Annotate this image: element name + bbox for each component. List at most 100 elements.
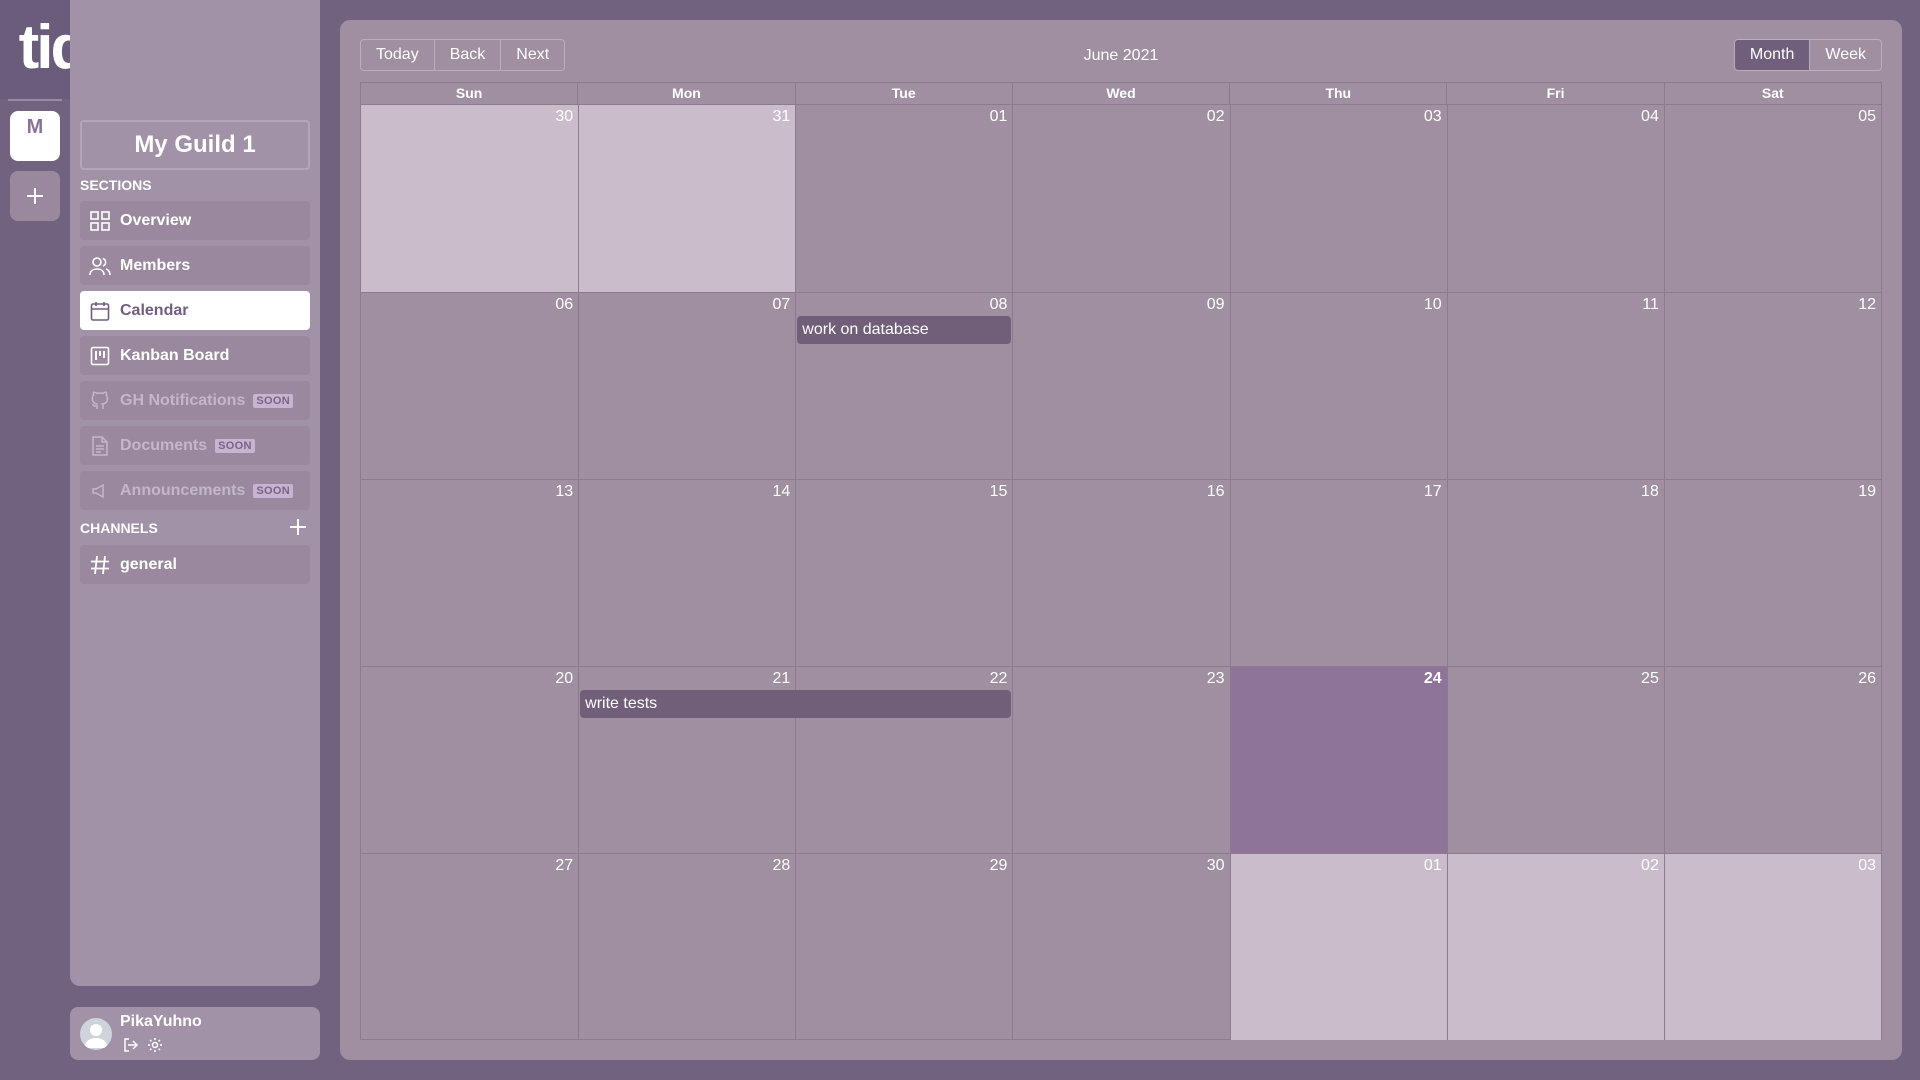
weekday-label: Tue (794, 83, 1012, 104)
day-number[interactable]: 01 (1424, 857, 1442, 875)
day-number[interactable]: 26 (1858, 670, 1876, 688)
day-number[interactable]: 07 (772, 296, 790, 314)
day-cell[interactable]: 16 (1012, 480, 1229, 666)
day-cell[interactable]: 27 (361, 854, 578, 1040)
day-number[interactable]: 18 (1641, 483, 1659, 501)
day-cell[interactable]: 18 (1446, 480, 1664, 666)
day-cell[interactable]: 30 (1012, 854, 1229, 1040)
day-cell[interactable]: 31 (578, 105, 796, 292)
day-cell[interactable]: 07 (578, 293, 795, 479)
sections-label: SECTIONS (80, 177, 152, 193)
day-number[interactable]: 30 (1207, 857, 1225, 875)
day-number[interactable]: 04 (1641, 108, 1659, 126)
day-number[interactable]: 13 (555, 483, 573, 501)
day-number[interactable]: 31 (772, 108, 790, 126)
channel-item-general[interactable]: general (80, 545, 310, 584)
day-cell[interactable]: 14 (578, 480, 795, 666)
calendar-event[interactable]: write tests (580, 690, 1012, 718)
day-number[interactable]: 25 (1641, 670, 1659, 688)
day-number[interactable]: 21 (772, 670, 790, 688)
day-cell[interactable]: 17 (1229, 480, 1447, 666)
day-cell[interactable]: 15 (795, 480, 1012, 666)
day-cell[interactable]: 12 (1663, 293, 1881, 479)
day-cell[interactable]: 03 (1229, 105, 1447, 292)
day-number[interactable]: 23 (1207, 670, 1225, 688)
day-cell[interactable]: 02 (1012, 105, 1229, 292)
day-number[interactable]: 02 (1207, 108, 1225, 126)
day-cell[interactable]: 30 (361, 105, 579, 292)
day-cell[interactable]: 06 (361, 293, 578, 479)
week-view-button[interactable]: Week (1810, 39, 1882, 71)
day-number[interactable]: 02 (1641, 857, 1659, 875)
day-number[interactable]: 27 (555, 857, 573, 875)
nav-label: Overview (120, 211, 192, 229)
add-channel-button[interactable] (288, 517, 308, 537)
day-number[interactable]: 22 (990, 670, 1008, 688)
nav-item-announcements: Announcements SOON (80, 471, 310, 510)
grid-icon (89, 210, 111, 232)
logout-icon[interactable] (122, 1036, 140, 1054)
day-number[interactable]: 30 (555, 108, 573, 126)
users-icon (89, 255, 111, 277)
month-grid: Sun Mon Tue Wed Thu Fri Sat 30 31 01 02 03 04 05 06 07… (360, 82, 1882, 1040)
nav-label: Calendar (120, 301, 189, 319)
day-number[interactable]: 06 (555, 296, 573, 314)
day-number[interactable]: 09 (1207, 296, 1225, 314)
weekday-label: Thu (1229, 83, 1446, 104)
day-number[interactable]: 12 (1858, 296, 1876, 314)
day-cell[interactable]: 25 (1446, 667, 1664, 853)
day-cell[interactable]: 19 (1663, 480, 1881, 666)
day-cell[interactable]: 03 (1663, 854, 1881, 1040)
day-number[interactable]: 20 (555, 670, 573, 688)
day-cell[interactable]: 29 (795, 854, 1012, 1040)
week-row: 06 07 08 09 10 11 12 (361, 292, 1881, 479)
guild-button[interactable]: M (10, 111, 60, 161)
calendar-event[interactable]: work on database (797, 316, 1012, 344)
day-number[interactable]: 15 (990, 483, 1008, 501)
day-number[interactable]: 08 (990, 296, 1008, 314)
day-number[interactable]: 14 (772, 483, 790, 501)
view-toggle-group: Month Week (1733, 39, 1882, 71)
day-cell[interactable]: 20 (361, 667, 578, 853)
plus-icon (27, 188, 43, 204)
add-guild-button[interactable] (10, 171, 60, 221)
day-number[interactable]: 29 (990, 857, 1008, 875)
day-cell[interactable]: 09 (1012, 293, 1229, 479)
day-cell[interactable]: 02 (1446, 854, 1664, 1040)
nav-item-calendar[interactable]: Calendar (80, 291, 310, 330)
weekday-label: Wed (1011, 83, 1229, 104)
day-cell[interactable]: 11 (1446, 293, 1664, 479)
day-cell[interactable]: 28 (578, 854, 795, 1040)
day-cell[interactable]: 01 (795, 105, 1012, 292)
day-number[interactable]: 19 (1858, 483, 1876, 501)
day-cell[interactable]: 10 (1229, 293, 1447, 479)
day-number[interactable]: 24 (1424, 670, 1442, 688)
nav-label: Announcements (120, 481, 246, 499)
day-number[interactable]: 11 (1642, 296, 1659, 314)
day-cell[interactable]: 23 (1012, 667, 1229, 853)
calendar-panel: Today Back Next June 2021 Month Week Sun… (340, 20, 1902, 1060)
day-number[interactable]: 10 (1424, 296, 1442, 314)
day-number[interactable]: 28 (772, 857, 790, 875)
day-number[interactable]: 01 (990, 108, 1008, 126)
day-cell[interactable]: 04 (1446, 105, 1664, 292)
day-number[interactable]: 03 (1424, 108, 1442, 126)
day-number[interactable]: 03 (1858, 857, 1876, 875)
weekday-label: Sun (455, 85, 483, 101)
nav-item-kanban-board[interactable]: Kanban Board (80, 336, 310, 375)
day-number[interactable]: 16 (1207, 483, 1225, 501)
day-number[interactable]: 05 (1858, 108, 1876, 126)
weekday-label: Sat (1663, 83, 1881, 104)
nav-item-members[interactable]: Members (80, 246, 310, 285)
week-row: 13 14 15 16 17 18 19 (361, 479, 1881, 666)
nav-item-overview[interactable]: Overview (80, 201, 310, 240)
day-cell[interactable]: 13 (361, 480, 578, 666)
month-view-button[interactable]: Month (1733, 39, 1811, 71)
day-number[interactable]: 17 (1424, 483, 1442, 501)
day-cell[interactable]: 05 (1663, 105, 1881, 292)
day-cell[interactable]: 01 (1229, 854, 1447, 1040)
day-cell-today[interactable]: 24 (1229, 667, 1447, 853)
settings-gear-icon[interactable] (146, 1036, 164, 1054)
day-cell[interactable]: 26 (1663, 667, 1881, 853)
channels-label: CHANNELS (80, 520, 158, 536)
